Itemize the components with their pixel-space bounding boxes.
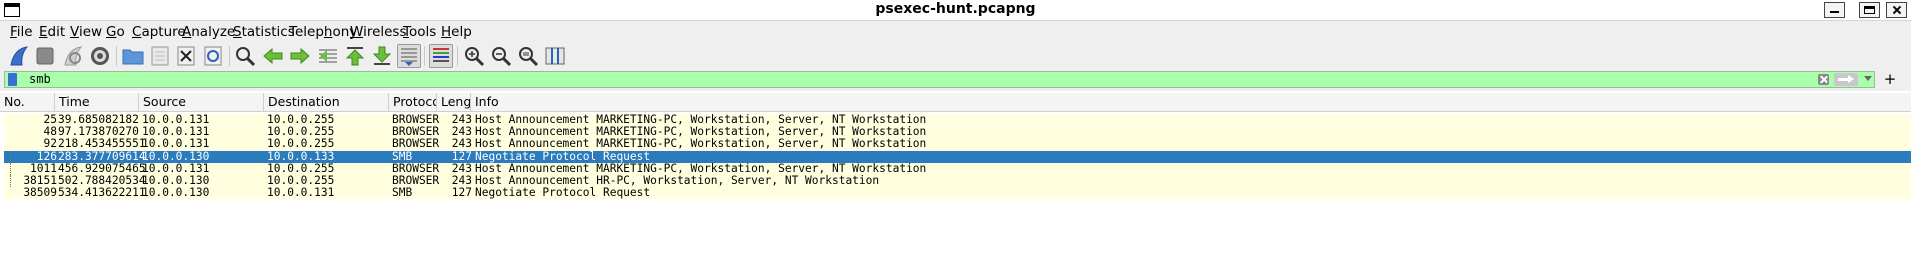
table-row[interactable]: 126 283.377709614 10.0.0.130 10.0.0.133 SMB 1… [4, 149, 1911, 163]
menu-item-telephony[interactable]: Telephony [289, 24, 357, 40]
normal-size-button[interactable] [516, 44, 540, 68]
find-packet-button[interactable] [233, 44, 257, 68]
cell-len: 127 [451, 186, 472, 200]
column-header-destination[interactable]: Destination [264, 93, 389, 111]
minimize-button[interactable] [1824, 2, 1845, 18]
colorize-button[interactable] [429, 44, 453, 68]
column-header-info[interactable]: Info [471, 93, 1911, 111]
cell-src: 10.0.0.130 [142, 149, 210, 163]
reload-file-button[interactable] [201, 44, 225, 68]
cell-info: Negotiate Protocol Request [475, 149, 651, 163]
restart-capture-button[interactable] [61, 44, 85, 68]
filter-bookmark-icon[interactable] [8, 73, 17, 86]
table-row[interactable]: 92 218.453455551 10.0.0.131 10.0.0.255 BROWS… [4, 137, 1911, 151]
cell-time: 283.377709614 [58, 149, 146, 163]
cell-no: 38509 [23, 186, 57, 200]
cell-len: 127 [451, 149, 472, 163]
cell-no: 92 [43, 137, 57, 151]
menu-item-wireless[interactable]: Wireless [350, 24, 407, 40]
column-header-time[interactable]: Time [55, 93, 139, 111]
go-to-packet-button[interactable] [316, 44, 340, 68]
column-header-no[interactable]: No. [0, 93, 55, 111]
cell-len: 243 [451, 137, 472, 151]
packet-list[interactable]: No. Time Source Destination Protocol Len… [0, 91, 1911, 263]
maximize-button[interactable] [1859, 2, 1880, 18]
clear-filter-icon[interactable] [1818, 74, 1829, 85]
go-back-button[interactable] [261, 44, 285, 68]
cell-proto: BROWSER [392, 137, 440, 151]
main-toolbar [0, 43, 1911, 69]
column-header-protocol[interactable]: Protocol [389, 93, 437, 111]
cell-dst: 10.0.0.133 [267, 149, 335, 163]
cell-no: 126 [36, 149, 57, 163]
display-filter-bar: smb + [0, 69, 1911, 91]
column-header-source[interactable]: Source [139, 93, 264, 111]
window-title: psexec-hunt.pcapng [875, 1, 1036, 17]
first-packet-button[interactable] [343, 44, 367, 68]
zoom-out-button[interactable] [489, 44, 513, 68]
cell-dst: 10.0.0.131 [267, 186, 335, 200]
add-filter-button[interactable]: + [1880, 70, 1900, 88]
filter-history-dropdown-icon[interactable] [1864, 76, 1872, 81]
filter-text: smb [29, 72, 51, 86]
menu-item-view[interactable]: View [70, 24, 102, 40]
capture-options-button[interactable] [88, 44, 112, 68]
close-window-button[interactable] [1886, 2, 1907, 18]
go-forward-button[interactable] [288, 44, 312, 68]
close-file-button[interactable] [174, 44, 198, 68]
table-row[interactable]: 38509 534.413622211 10.0.0.130 10.0.0.131 SM… [4, 186, 1911, 200]
menu-item-edit[interactable]: Edit [39, 24, 65, 40]
menu-item-help[interactable]: Help [441, 24, 472, 40]
autoscroll-button[interactable] [397, 44, 421, 68]
stop-capture-button[interactable] [33, 44, 57, 68]
menu-item-tools[interactable]: Tools [403, 24, 436, 40]
cell-info: Negotiate Protocol Request [475, 186, 651, 200]
menu-bar: File Edit View Go Capture Analyze Statistics Te… [0, 21, 1911, 43]
display-filter-input[interactable]: smb [4, 71, 1875, 88]
save-file-button[interactable] [148, 44, 172, 68]
menu-item-capture[interactable]: Capture [132, 24, 186, 40]
resize-columns-button[interactable] [543, 44, 567, 68]
open-file-button[interactable] [121, 44, 145, 68]
last-packet-button[interactable] [370, 44, 394, 68]
menu-item-statistics[interactable]: Statistics [233, 24, 295, 40]
menu-item-file[interactable]: File [10, 24, 33, 40]
cell-proto: SMB [392, 186, 413, 200]
menu-item-go[interactable]: Go [106, 24, 125, 40]
zoom-in-button[interactable] [462, 44, 486, 68]
packet-rows: 25 39.685082182 10.0.0.131 10.0.0.255 BROWSE… [4, 113, 1911, 200]
cell-dst: 10.0.0.255 [267, 137, 335, 151]
cell-src: 10.0.0.131 [142, 137, 210, 151]
packet-list-header: No. Time Source Destination Protocol Len… [0, 93, 1911, 112]
column-header-length[interactable]: Length [437, 93, 471, 111]
cell-src: 10.0.0.130 [142, 186, 210, 200]
cell-time: 534.413622211 [58, 186, 146, 200]
menu-item-analyze[interactable]: Analyze [182, 24, 235, 40]
cell-time: 218.453455551 [58, 137, 146, 151]
title-bar: psexec-hunt.pcapng [0, 0, 1911, 21]
cell-proto: SMB [392, 149, 413, 163]
start-capture-button[interactable] [7, 44, 31, 68]
cell-info: Host Announcement MARKETING-PC, Workstat… [475, 137, 927, 151]
apply-filter-button[interactable] [1834, 73, 1858, 86]
